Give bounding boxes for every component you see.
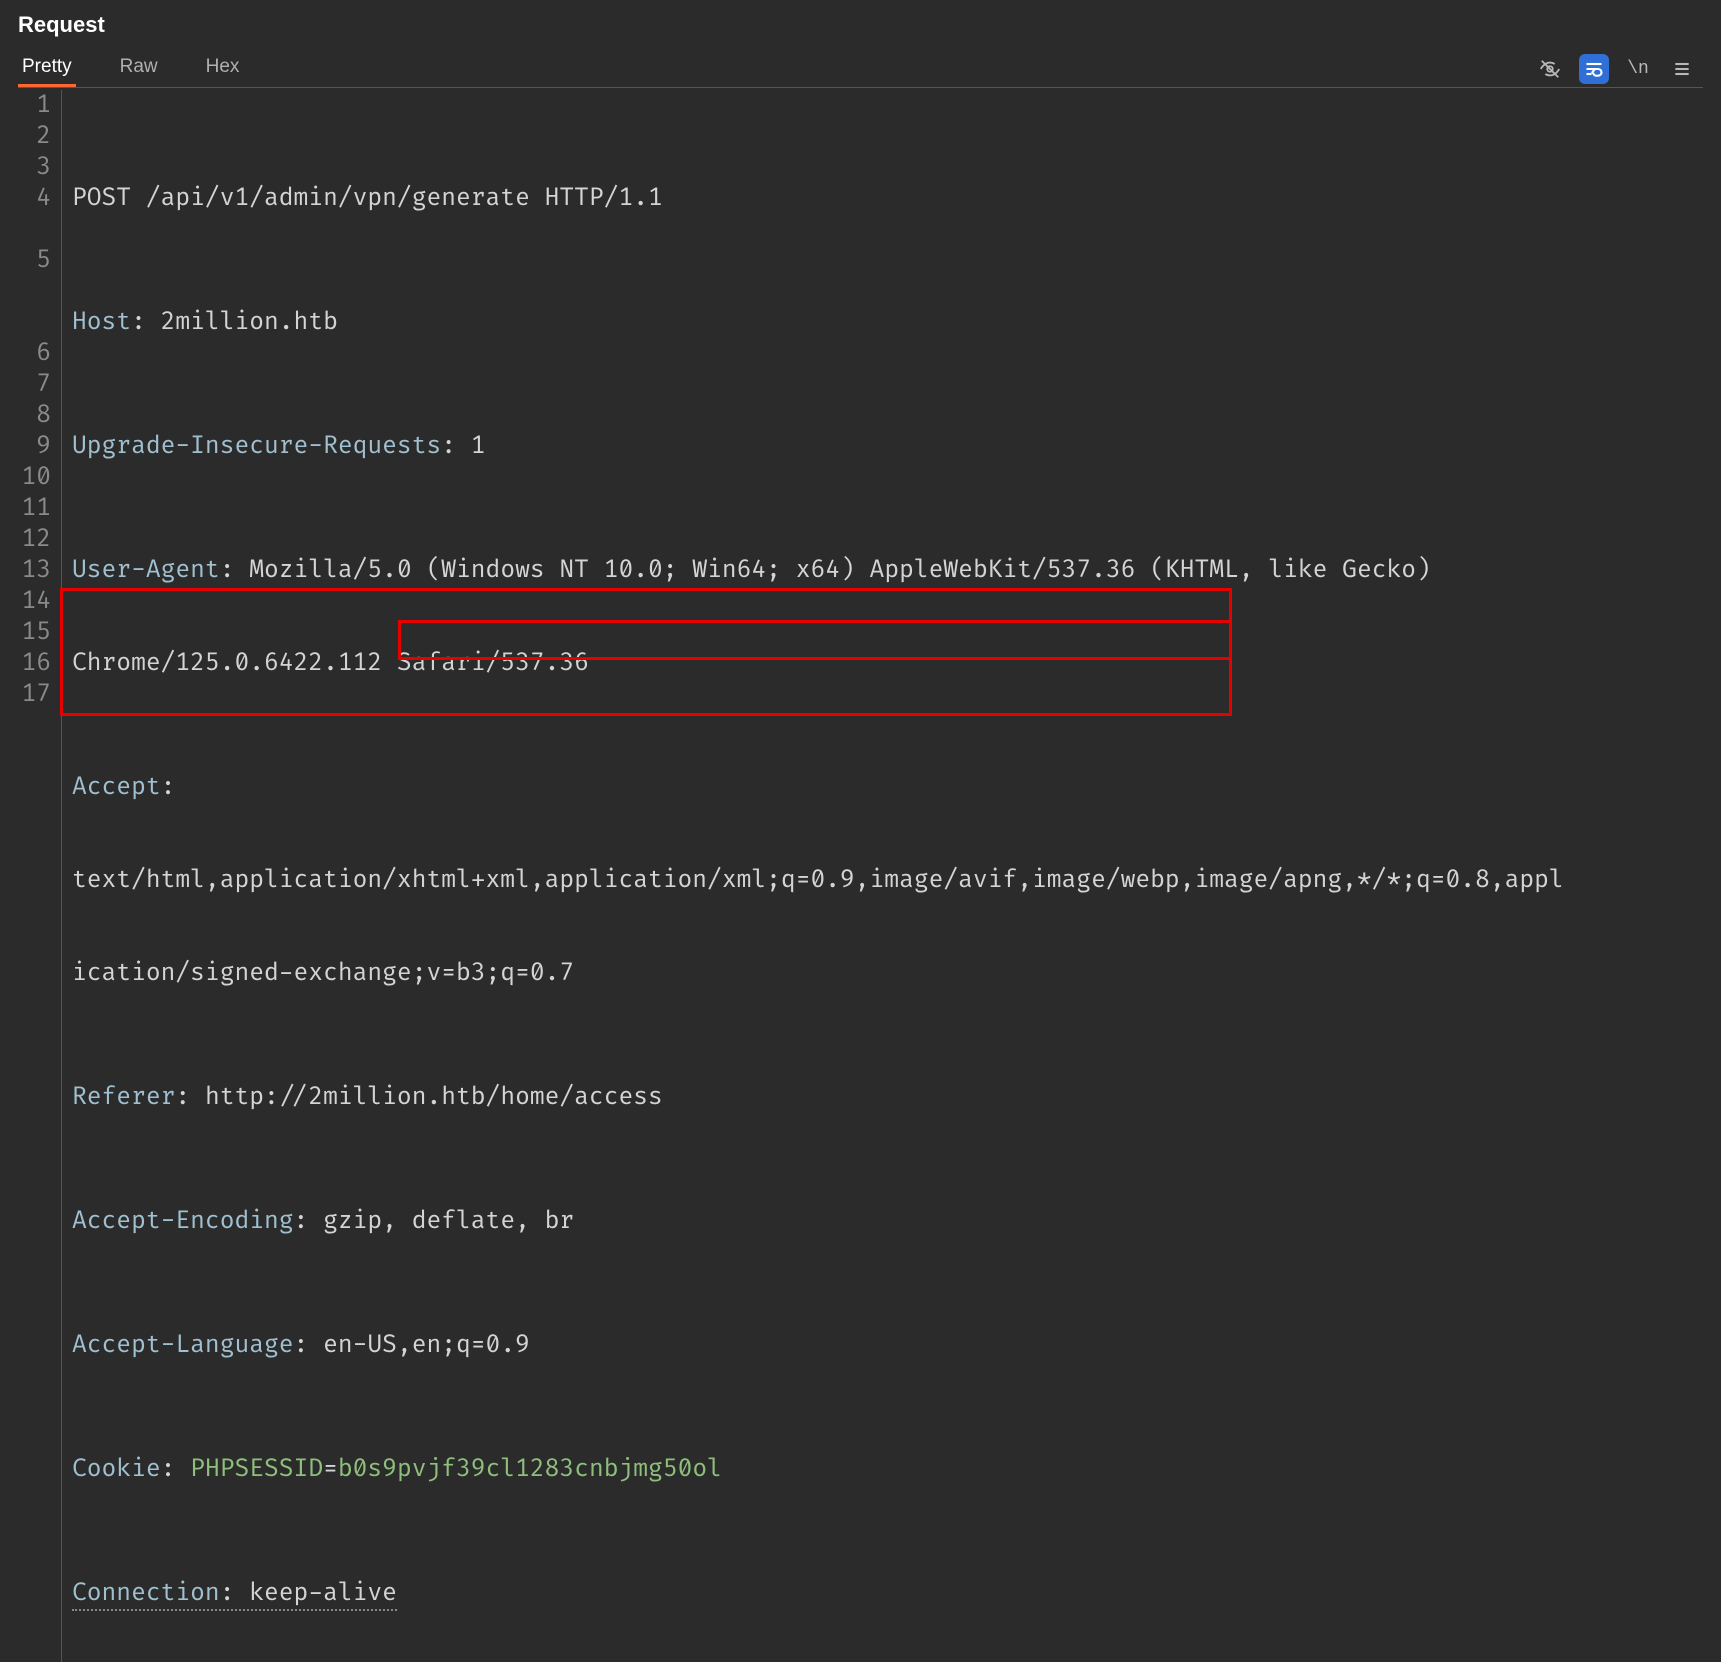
line-number: 9 bbox=[18, 431, 57, 462]
line-number: 17 bbox=[18, 679, 57, 710]
request-line: POST /api/v1/admin/vpn/generate HTTP/1.1 bbox=[72, 183, 1703, 214]
line-number: 3 bbox=[18, 152, 57, 183]
header-cookie: Cookie: PHPSESSID=b0s9pvjf39cl1283cnbjmg… bbox=[72, 1454, 1703, 1485]
wrap-icon[interactable] bbox=[1579, 54, 1609, 84]
tab-bar: Pretty Raw Hex \n bbox=[18, 50, 1703, 88]
header-accept-encoding: Accept-Encoding: gzip, deflate, br bbox=[72, 1206, 1703, 1237]
line-number: 5 bbox=[18, 245, 57, 276]
header-accept-cont1: text/html,application/xhtml+xml,applicat… bbox=[72, 865, 1703, 896]
header-accept: Accept: bbox=[72, 772, 1703, 803]
header-accept-language: Accept-Language: en-US,en;q=0.9 bbox=[72, 1330, 1703, 1361]
header-user-agent-cont: Chrome/125.0.6422.112 Safari/537.36 bbox=[72, 648, 1703, 679]
line-number: 16 bbox=[18, 648, 57, 679]
hide-icon[interactable] bbox=[1535, 54, 1565, 84]
line-number: 6 bbox=[18, 338, 57, 369]
code-area[interactable]: POST /api/v1/admin/vpn/generate HTTP/1.1… bbox=[62, 90, 1703, 1662]
tab-raw[interactable]: Raw bbox=[116, 50, 162, 87]
header-user-agent: User-Agent: Mozilla/5.0 (Windows NT 10.0… bbox=[72, 555, 1703, 586]
editor-toolbar: \n bbox=[1535, 54, 1697, 84]
tab-hex[interactable]: Hex bbox=[202, 50, 244, 87]
line-number: 10 bbox=[18, 462, 57, 493]
line-number: 4 bbox=[18, 183, 57, 214]
line-number: 12 bbox=[18, 524, 57, 555]
line-number: 14 bbox=[18, 586, 57, 617]
panel-title: Request bbox=[18, 12, 1703, 38]
header-referer: Referer: http://2million.htb/home/access bbox=[72, 1082, 1703, 1113]
line-number: 7 bbox=[18, 369, 57, 400]
menu-icon[interactable] bbox=[1667, 54, 1697, 84]
header-accept-cont2: ication/signed-exchange;v=b3;q=0.7 bbox=[72, 958, 1703, 989]
request-panel: Request Pretty Raw Hex \n bbox=[0, 0, 1721, 1662]
line-number: 1 bbox=[18, 90, 57, 121]
header-host: Host: 2million.htb bbox=[72, 307, 1703, 338]
header-connection: Connection: keep-alive bbox=[72, 1578, 1703, 1609]
line-gutter: 1 2 3 4 5 6 7 8 9 10 11 12 13 14 15 16 1… bbox=[18, 90, 62, 1662]
line-number: 13 bbox=[18, 555, 57, 586]
newline-icon[interactable]: \n bbox=[1623, 54, 1653, 84]
line-number: 8 bbox=[18, 400, 57, 431]
line-number: 15 bbox=[18, 617, 57, 648]
http-editor[interactable]: 1 2 3 4 5 6 7 8 9 10 11 12 13 14 15 16 1… bbox=[18, 88, 1703, 1662]
header-uir: Upgrade-Insecure-Requests: 1 bbox=[72, 431, 1703, 462]
tab-pretty[interactable]: Pretty bbox=[18, 50, 76, 87]
line-number: 2 bbox=[18, 121, 57, 152]
tabs: Pretty Raw Hex bbox=[18, 50, 243, 87]
line-number: 11 bbox=[18, 493, 57, 524]
